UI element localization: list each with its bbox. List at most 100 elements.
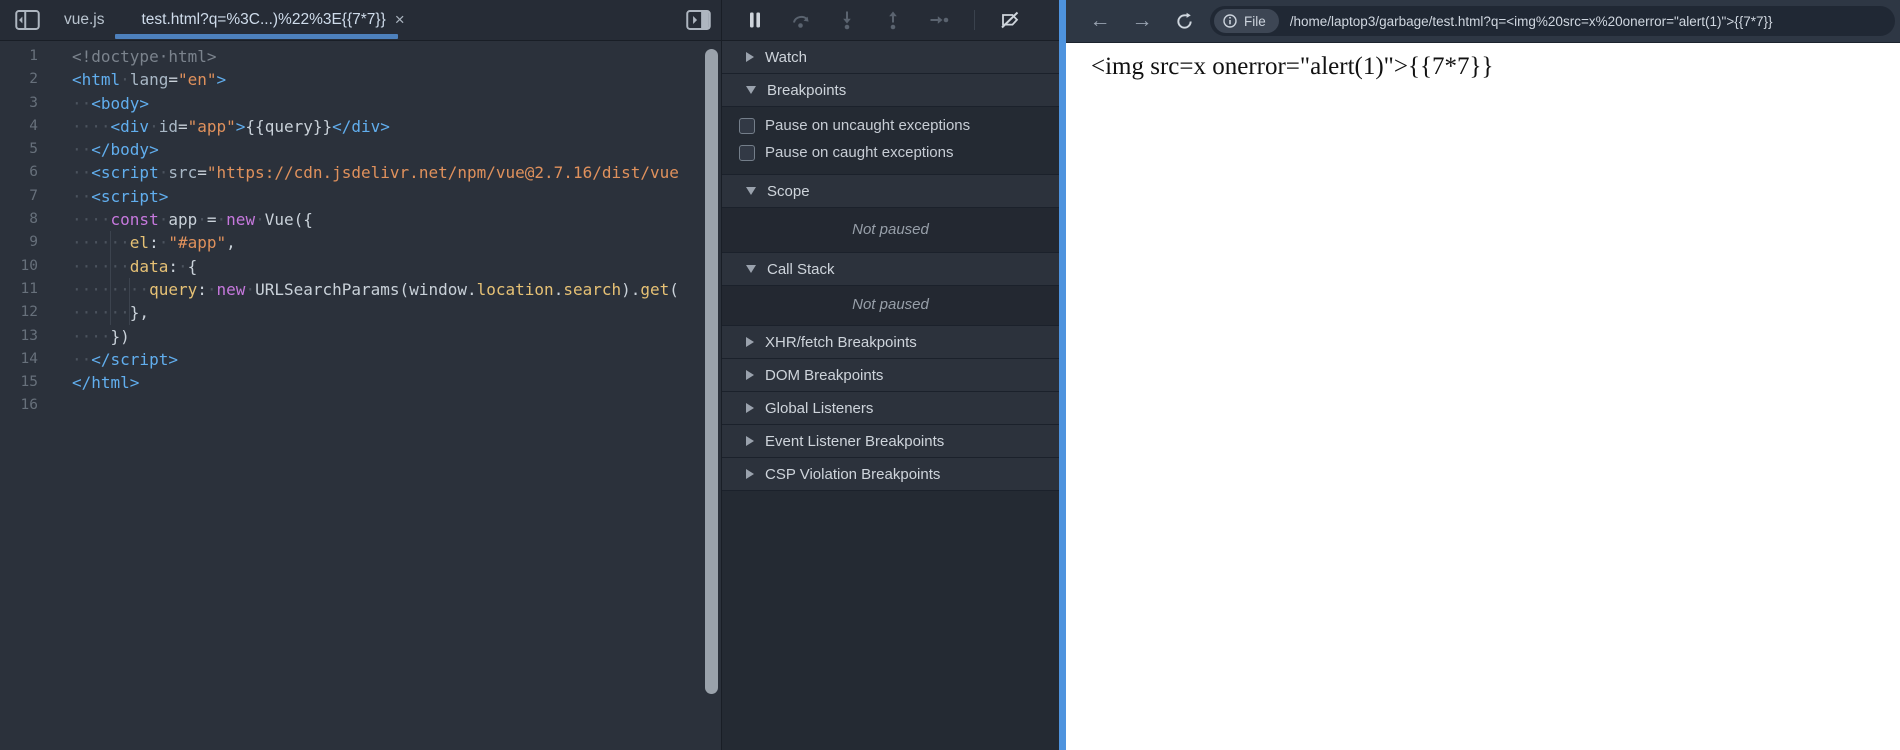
code-line[interactable]: 3 ··<body> [0,92,721,115]
section-label: Watch [765,48,807,66]
pause-caught-checkbox[interactable] [739,144,755,161]
line-number[interactable]: 13 [0,325,38,348]
chevron-right-icon [746,370,754,380]
hide-navigator-icon[interactable] [12,6,42,34]
show-debugger-sidebar-icon[interactable] [683,6,713,34]
screen: vue.js test.html?q=%3C...)%22%3E{{7*7}} … [0,0,1900,750]
code-text: ··<script·src="https://cdn.jsdelivr.net/… [72,163,679,183]
code-line[interactable]: 15 </html> [0,371,721,394]
code-line[interactable]: 6 ··<script·src="https://cdn.jsdelivr.net… [0,161,721,184]
step-out-icon[interactable] [882,9,904,31]
step-over-icon[interactable] [790,9,812,31]
code-line[interactable]: 13 ····}) [0,325,721,348]
pause-caught-row[interactable]: Pause on caught exceptions [722,139,1059,166]
url-text: /home/laptop3/garbage/test.html?q=<img%2… [1289,13,1773,29]
code-line[interactable]: 2 <html·lang="en"> [0,68,721,91]
section-label: Scope [767,182,810,200]
section-breakpoints[interactable]: Breakpoints [722,74,1059,107]
section-label: Call Stack [767,260,835,278]
tab-vuejs-label: vue.js [64,11,105,28]
debugger-sidebar: Watch Breakpoints Pause on uncaught exce… [722,41,1059,491]
code-text: ··<body> [72,93,150,113]
indent-guide [110,231,111,325]
section-xhr-breakpoints[interactable]: XHR/fetch Breakpoints [722,326,1059,359]
line-number[interactable]: 7 [0,185,38,208]
forward-button[interactable]: → [1126,9,1158,33]
line-number[interactable]: 6 [0,161,38,184]
code-text: ··</script> [72,349,178,369]
code-line[interactable]: 7 ··<script> [0,185,721,208]
code-text: ······}, [72,303,150,323]
section-dom-breakpoints[interactable]: DOM Breakpoints [722,359,1059,392]
section-scope[interactable]: Scope [722,175,1059,208]
section-global-listeners[interactable]: Global Listeners [722,392,1059,425]
code-line[interactable]: 4 ····<div·id="app">{{query}}</div> [0,115,721,138]
site-info-chip[interactable]: File [1214,9,1279,33]
code-text: <!doctype·html> [72,47,217,66]
line-number[interactable]: 2 [0,68,38,91]
step-icon[interactable] [928,9,950,31]
code-line[interactable]: 5 ··</body> [0,138,721,161]
section-event-listener-breakpoints[interactable]: Event Listener Breakpoints [722,425,1059,458]
tab-vuejs[interactable]: vue.js [42,0,127,40]
code-text: </html> [72,373,140,393]
section-watch[interactable]: Watch [722,41,1059,74]
line-number[interactable]: 9 [0,231,38,254]
code-editor[interactable]: 1 <!doctype·html> 2 <html·lang="en"> 3 ··<bod… [0,41,721,750]
devtools-debugger-pane: Watch Breakpoints Pause on uncaught exce… [722,0,1059,750]
reload-button[interactable] [1168,12,1200,31]
section-label: Event Listener Breakpoints [765,432,945,450]
scheme-label: File [1244,13,1266,29]
line-number[interactable]: 15 [0,371,38,394]
line-number[interactable]: 4 [0,115,38,138]
pause-uncaught-row[interactable]: Pause on uncaught exceptions [722,112,1059,139]
editor-scrollbar[interactable] [705,49,718,694]
code-line[interactable]: 9 ······el:·"#app", [0,231,721,254]
line-number[interactable]: 11 [0,278,38,301]
sources-tabbar: vue.js test.html?q=%3C...)%22%3E{{7*7}} … [0,0,721,41]
active-tab-underline [115,34,398,39]
close-tab-icon[interactable]: × [395,10,405,30]
chevron-right-icon [746,469,754,479]
pause-icon[interactable] [744,9,766,31]
chevron-right-icon [746,337,754,347]
line-number[interactable]: 16 [0,394,38,417]
line-number[interactable]: 1 [0,45,38,68]
page-content: <img src=x onerror="alert(1)">{{7*7}} [1066,43,1900,750]
line-number[interactable]: 10 [0,255,38,278]
code-line[interactable]: 16 [0,394,721,417]
chevron-down-icon [746,187,756,195]
chevron-right-icon [746,403,754,413]
checkbox-label: Pause on caught exceptions [765,144,954,161]
section-call-stack[interactable]: Call Stack [722,253,1059,286]
code-text: ······data:·{ [72,256,198,276]
deactivate-breakpoints-icon[interactable] [999,9,1021,31]
chevron-down-icon [746,265,756,273]
browser-window: ← → File /home/laptop3/garbage/test.html… [1066,0,1900,750]
line-number[interactable]: 14 [0,348,38,371]
code-line[interactable]: 8 ····const·app·=·new·Vue({ [0,208,721,231]
chevron-down-icon [746,86,756,94]
rendered-text: <img src=x onerror="alert(1)">{{7*7}} [1091,53,1494,80]
code-line[interactable]: 10 ······data:·{ [0,255,721,278]
code-line[interactable]: 1 <!doctype·html> [0,45,721,68]
code-line[interactable]: 12 ······}, [0,301,721,324]
code-line[interactable]: 11 ········query:·new·URLSearchParams(win… [0,278,721,301]
breakpoints-content: Pause on uncaught exceptions Pause on ca… [722,107,1059,175]
line-number[interactable]: 5 [0,138,38,161]
step-into-icon[interactable] [836,9,858,31]
code-text: ····const·app·=·new·Vue({ [72,210,313,230]
pause-uncaught-checkbox[interactable] [739,117,755,134]
code-text: ··</body> [72,140,159,160]
back-button[interactable]: ← [1084,9,1116,33]
section-csp-violation-breakpoints[interactable]: CSP Violation Breakpoints [722,458,1059,491]
address-bar[interactable]: File /home/laptop3/garbage/test.html?q=<… [1210,6,1895,36]
code-line[interactable]: 14 ··</script> [0,348,721,371]
line-number[interactable]: 3 [0,92,38,115]
line-number[interactable]: 12 [0,301,38,324]
chevron-right-icon [746,436,754,446]
line-number[interactable]: 8 [0,208,38,231]
indent-guide [129,278,130,325]
code-lines: 1 <!doctype·html> 2 <html·lang="en"> 3 ··<bod… [0,45,721,418]
tab-testhtml-label: test.html?q=%3C...)%22%3E{{7*7}} [141,11,386,28]
